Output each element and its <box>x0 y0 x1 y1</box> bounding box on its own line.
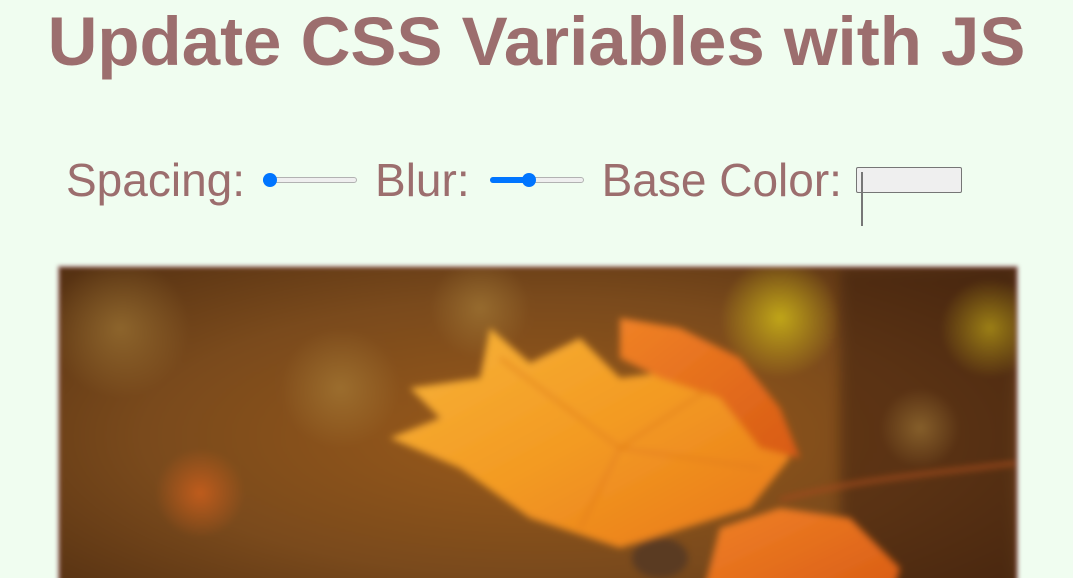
base-color-picker[interactable] <box>855 167 962 226</box>
spacing-slider[interactable] <box>261 170 358 190</box>
base-color-swatch <box>860 172 863 226</box>
spacing-slider-thumb[interactable] <box>263 173 278 187</box>
spacing-label: Spacing: <box>66 154 246 206</box>
photo-frame <box>58 266 1018 578</box>
blur-label: Blur: <box>375 154 470 206</box>
blur-slider-thumb[interactable] <box>521 173 536 187</box>
spacing-slider-track[interactable] <box>263 177 358 183</box>
controls-bar: Spacing: Blur: Base Color: <box>66 150 962 226</box>
blur-slider[interactable] <box>488 170 584 190</box>
page-title: Update CSS Variables with JS <box>47 3 1026 80</box>
autumn-leaf-photo <box>60 268 1016 578</box>
base-color-label: Base Color: <box>601 154 842 206</box>
